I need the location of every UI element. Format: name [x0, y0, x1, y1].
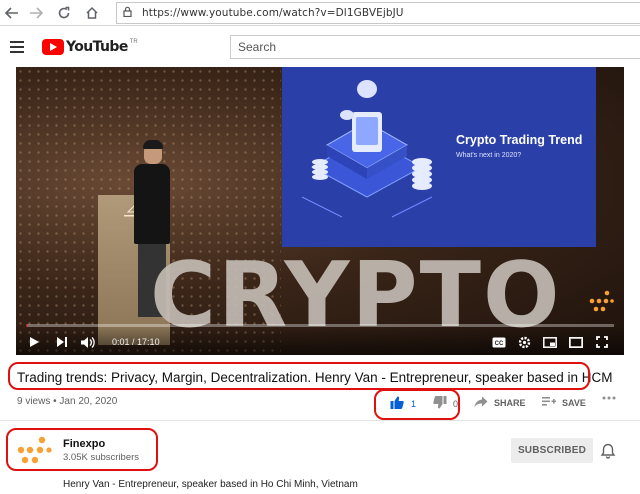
next-icon[interactable]	[56, 335, 68, 349]
duration: 17:10	[137, 337, 160, 347]
country-code: TR	[129, 39, 138, 45]
progress-bar[interactable]	[26, 324, 614, 327]
browser-toolbar: https://www.youtube.com/watch?v=Dl1GBVEj…	[0, 0, 640, 26]
save-button[interactable]: SAVE	[542, 396, 586, 409]
youtube-play-icon	[42, 39, 64, 55]
section-divider	[0, 420, 640, 421]
dislike-button[interactable]: 0	[433, 396, 458, 411]
forward-arrow-icon[interactable]	[26, 3, 46, 23]
save-label: SAVE	[562, 397, 586, 408]
search-placeholder: Search	[238, 40, 277, 54]
share-button[interactable]: SHARE	[474, 396, 526, 410]
playlist-add-icon	[542, 396, 556, 409]
presentation-screen: Crypto Trading Trend What's next in 2020…	[282, 67, 596, 247]
view-count: 9 views	[17, 396, 51, 407]
channel-name[interactable]: Finexpo	[63, 438, 105, 450]
captions-icon[interactable]: CC	[492, 335, 506, 349]
settings-gear-icon[interactable]	[518, 335, 531, 349]
notification-bell-icon[interactable]	[600, 443, 616, 459]
fullscreen-icon[interactable]	[596, 335, 608, 349]
finexpo-logo-icon	[17, 436, 52, 464]
channel-avatar[interactable]	[15, 435, 53, 472]
share-text: SHARE	[494, 398, 526, 408]
player-controls: 0:01 / 17:10 CC	[16, 324, 624, 355]
home-icon[interactable]	[82, 3, 102, 23]
slide-title: Crypto Trading Trend	[456, 133, 583, 147]
address-bar[interactable]: https://www.youtube.com/watch?v=Dl1GBVEj…	[116, 2, 640, 24]
youtube-logo[interactable]: YouTube TR	[42, 39, 138, 55]
like-button[interactable]: 1	[390, 396, 416, 411]
video-meta: 9 views • Jan 20, 2020	[17, 396, 118, 407]
reload-icon[interactable]	[54, 3, 74, 23]
finexpo-watermark	[588, 289, 614, 318]
more-actions-icon[interactable]	[602, 396, 616, 400]
time-display: 0:01 / 17:10	[112, 337, 160, 347]
video-title: Trading trends: Privacy, Margin, Decentr…	[17, 369, 613, 385]
upload-date: Jan 20, 2020	[59, 396, 118, 407]
back-arrow-icon[interactable]	[2, 3, 22, 23]
video-player[interactable]: Crypto Trading Trend What's next in 2020…	[16, 67, 624, 355]
like-count: 1	[411, 398, 417, 409]
lock-icon	[123, 4, 132, 22]
video-description: Henry Van - Entrepreneur, speaker based …	[63, 479, 358, 490]
svg-text:CC: CC	[495, 341, 504, 347]
youtube-masthead: YouTube TR Search	[0, 27, 640, 67]
video-title-row: Trading trends: Privacy, Margin, Decentr…	[12, 366, 613, 388]
current-time: 0:01	[112, 337, 130, 347]
thumbs-down-icon	[433, 396, 447, 411]
miniplayer-icon[interactable]	[543, 335, 557, 349]
volume-icon[interactable]	[80, 335, 96, 349]
dislike-count: 0	[453, 398, 459, 409]
search-input[interactable]: Search	[230, 35, 640, 59]
subscriber-count: 3.05K subscribers	[63, 452, 140, 463]
play-icon[interactable]	[28, 335, 40, 349]
theater-mode-icon[interactable]	[569, 335, 583, 349]
slide-subtitle: What's next in 2020?	[456, 152, 522, 159]
isometric-crypto-illustration	[301, 80, 433, 218]
share-arrow-icon	[474, 396, 488, 410]
thumbs-up-icon	[390, 396, 404, 411]
url-text: https://www.youtube.com/watch?v=Dl1GBVEj…	[142, 7, 404, 19]
subscribe-button[interactable]: SUBSCRIBED	[511, 438, 593, 463]
youtube-wordmark: YouTube	[66, 39, 128, 55]
menu-icon[interactable]	[10, 41, 24, 53]
